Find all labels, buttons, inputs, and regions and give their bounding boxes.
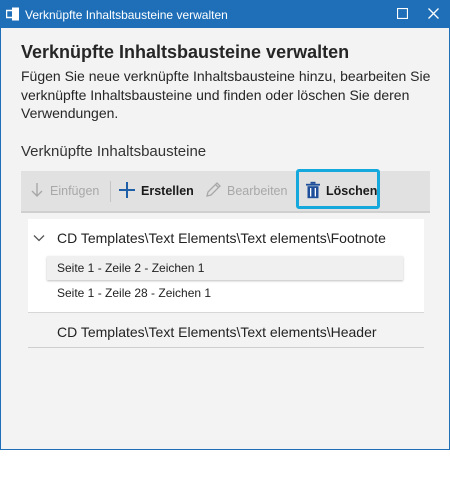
chevron-down-icon[interactable]	[33, 234, 51, 242]
close-button[interactable]	[417, 1, 449, 28]
occurrence-item[interactable]: Seite 1 - Zeile 28 - Zeichen 1	[57, 286, 211, 300]
insert-button[interactable]: Einfügen	[29, 171, 99, 211]
tree-divider	[28, 347, 424, 348]
page-description: Fügen Sie neue verknüpfte Inhaltsbaustei…	[21, 68, 431, 121]
dialog-window: Verknüpfte Inhaltsbausteine verwalten Ve…	[0, 0, 450, 450]
tree-group-footnote[interactable]: CD Templates\Text Elements\Text elements…	[28, 228, 386, 248]
window-title: Verknüpfte Inhaltsbausteine verwalten	[25, 8, 228, 22]
maximize-icon	[396, 6, 408, 24]
create-label: Erstellen	[141, 184, 194, 198]
delete-button-highlight	[296, 169, 380, 209]
tree-group-header[interactable]: CD Templates\Text Elements\Text elements…	[57, 324, 377, 340]
edit-label: Bearbeiten	[227, 184, 288, 198]
title-bar[interactable]: Verknüpfte Inhaltsbausteine verwalten	[1, 1, 449, 28]
maximize-button[interactable]	[386, 1, 418, 28]
plus-icon	[118, 181, 141, 202]
create-button[interactable]: Erstellen	[118, 171, 194, 211]
page-title: Verknüpfte Inhaltsbausteine verwalten	[21, 42, 350, 62]
edit-button[interactable]: Bearbeiten	[205, 171, 287, 211]
toolbar-separator	[110, 181, 111, 202]
pencil-icon	[205, 181, 227, 201]
occurrence-item-selected[interactable]: Seite 1 - Zeile 2 - Zeichen 1	[47, 256, 403, 280]
linked-blocks-icon	[5, 7, 20, 21]
arrow-down-icon	[29, 182, 50, 201]
insert-label: Einfügen	[50, 184, 100, 198]
tree-divider	[28, 312, 424, 313]
close-icon	[427, 6, 439, 24]
tree-panel-footnote: CD Templates\Text Elements\Text elements…	[28, 219, 424, 312]
tree-group-label: CD Templates\Text Elements\Text elements…	[57, 230, 386, 246]
section-label: Verknüpfte Inhaltsbausteine	[21, 143, 207, 160]
